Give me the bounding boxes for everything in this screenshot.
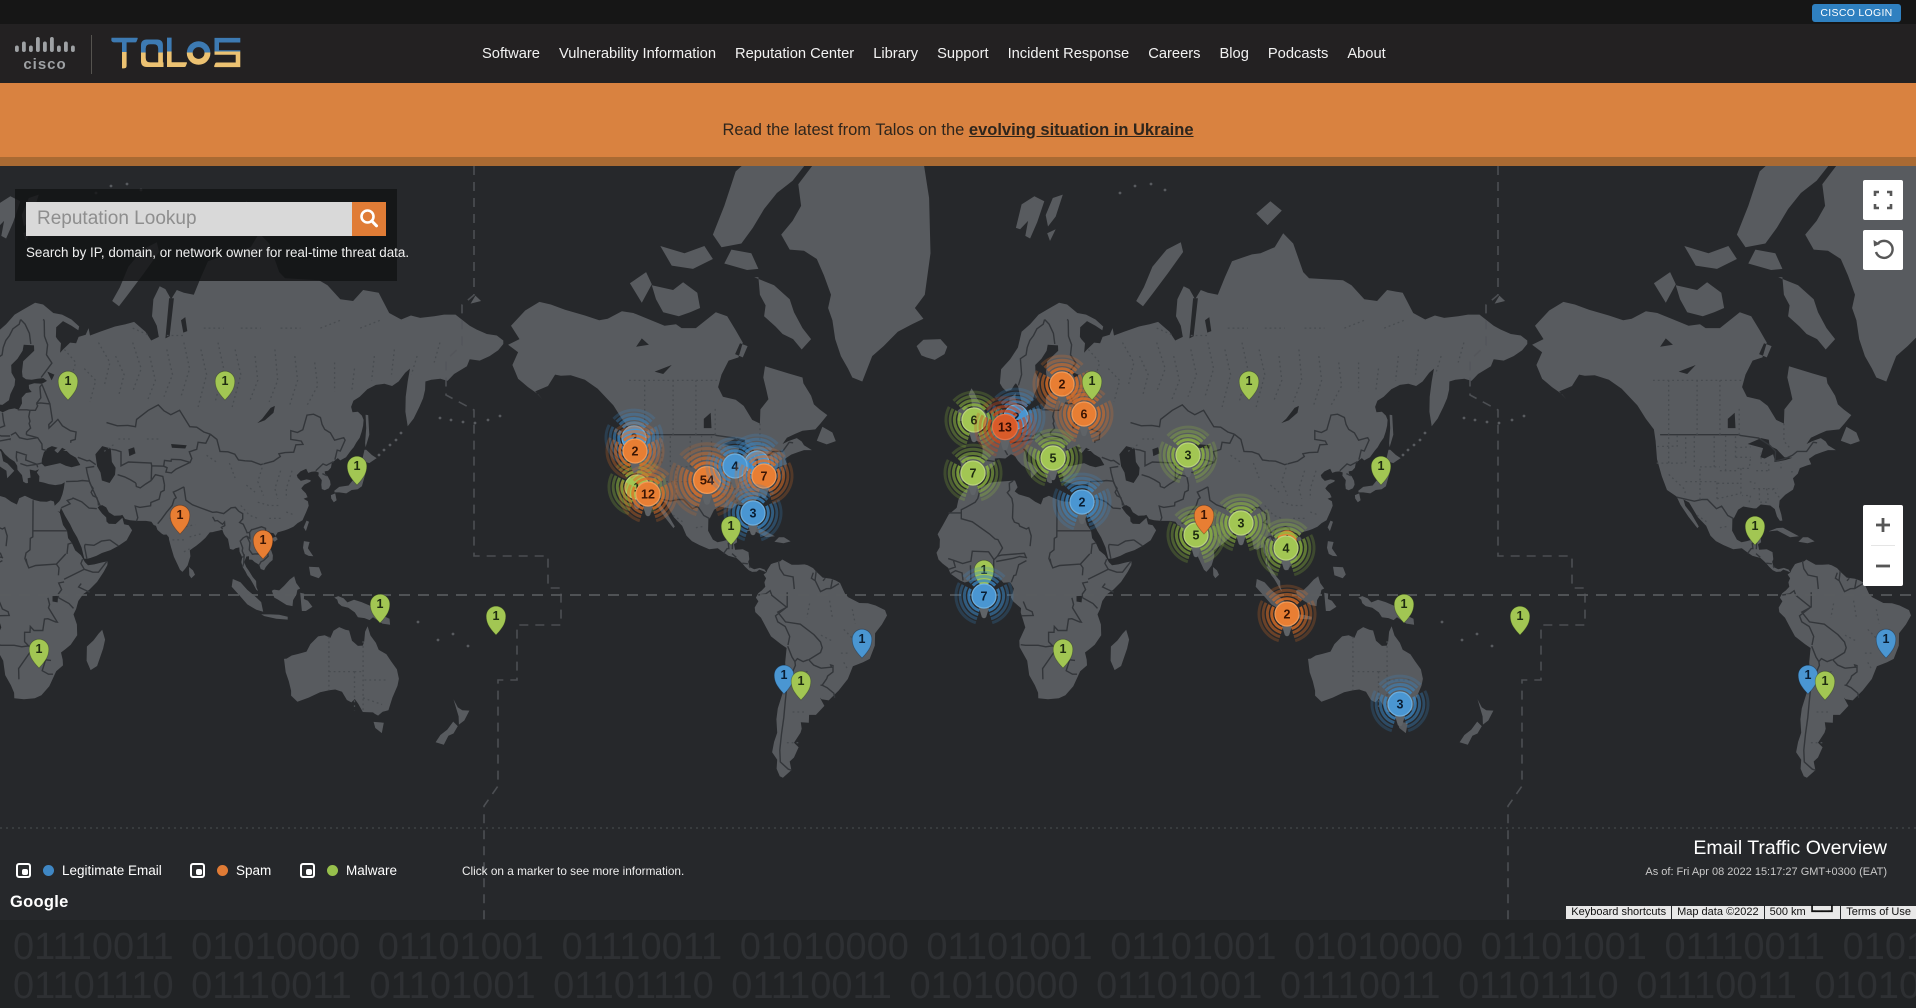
svg-text:3: 3 — [1397, 697, 1404, 711]
svg-text:3: 3 — [750, 506, 757, 520]
svg-text:1: 1 — [354, 459, 361, 473]
svg-text:5: 5 — [1050, 451, 1057, 465]
svg-text:1: 1 — [493, 609, 500, 623]
svg-text:2: 2 — [1284, 607, 1291, 621]
svg-text:3: 3 — [1238, 516, 1245, 530]
svg-text:1: 1 — [728, 519, 735, 533]
svg-text:12: 12 — [641, 487, 655, 501]
svg-text:cisco: cisco — [23, 56, 66, 73]
svg-text:7: 7 — [981, 589, 988, 603]
svg-text:1: 1 — [1246, 374, 1253, 388]
svg-text:6: 6 — [1081, 407, 1088, 421]
svg-text:4: 4 — [1283, 541, 1290, 555]
svg-text:1: 1 — [260, 533, 267, 547]
svg-text:1: 1 — [781, 668, 788, 682]
svg-text:1: 1 — [1060, 642, 1067, 656]
svg-text:1: 1 — [222, 374, 229, 388]
svg-text:1: 1 — [1517, 609, 1524, 623]
svg-text:13: 13 — [998, 420, 1012, 434]
svg-text:7: 7 — [761, 469, 768, 483]
svg-text:1: 1 — [1752, 519, 1759, 533]
svg-text:1: 1 — [1089, 374, 1096, 388]
svg-text:1: 1 — [1378, 459, 1385, 473]
svg-text:1: 1 — [377, 597, 384, 611]
svg-text:2: 2 — [632, 444, 639, 458]
svg-text:1: 1 — [36, 642, 43, 656]
svg-text:1: 1 — [65, 374, 72, 388]
svg-text:1: 1 — [1883, 632, 1890, 646]
svg-text:2: 2 — [1079, 495, 1086, 509]
svg-text:1: 1 — [1822, 674, 1829, 688]
svg-text:1: 1 — [177, 508, 184, 522]
svg-text:5: 5 — [1193, 528, 1200, 542]
svg-text:1: 1 — [1401, 597, 1408, 611]
svg-text:2: 2 — [1059, 377, 1066, 391]
svg-text:3: 3 — [1185, 448, 1192, 462]
svg-text:1: 1 — [798, 674, 805, 688]
svg-text:1: 1 — [1201, 508, 1208, 522]
svg-text:1: 1 — [1805, 668, 1812, 682]
svg-text:1: 1 — [859, 632, 866, 646]
svg-text:7: 7 — [970, 466, 977, 480]
